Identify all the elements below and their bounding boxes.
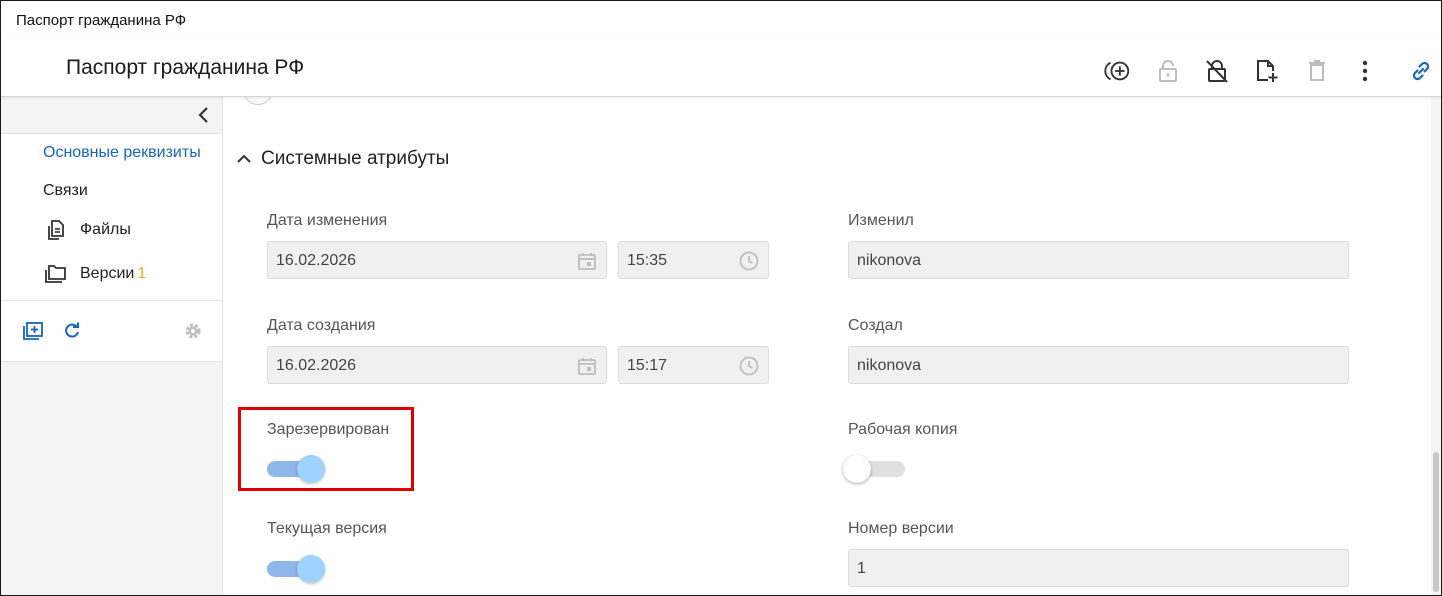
file-icon	[48, 220, 64, 240]
modified-date-value: 16.02.2026	[276, 252, 357, 269]
lock-button[interactable]	[1154, 57, 1182, 85]
add-circle-icon	[1104, 61, 1130, 81]
working-copy-label: Рабочая копия	[848, 421, 958, 438]
content-scrollbar[interactable]	[1431, 97, 1441, 595]
created-by-value: nikonova	[857, 357, 922, 374]
new-document-button[interactable]	[1253, 57, 1281, 85]
version-number-value: 1	[857, 560, 866, 577]
modified-date-label: Дата изменения	[267, 212, 388, 229]
current-version-label: Текущая версия	[267, 520, 387, 537]
sidebar-item-main-attributes[interactable]: Основные реквизиты	[43, 144, 201, 162]
reserved-toggle-knob	[297, 455, 325, 483]
folder-icon	[45, 265, 66, 283]
lock-icon	[1159, 60, 1177, 82]
calendar-icon	[578, 358, 596, 375]
sidebar-nav: Основные реквизиты Связи Файлы Версии 1	[1, 134, 222, 301]
lock-off-icon	[1206, 60, 1228, 83]
reserved-label: Зарезервирован	[267, 421, 390, 438]
document-header: Паспорт гражданина РФ	[1, 39, 1441, 97]
modified-time-field[interactable]: 15:35	[618, 241, 769, 279]
modified-by-label: Изменил	[848, 212, 914, 229]
modified-by-field[interactable]: nikonova	[848, 241, 1349, 279]
clock-icon	[739, 251, 759, 271]
add-circle-button[interactable]	[1104, 57, 1132, 85]
modified-by-value: nikonova	[857, 252, 922, 269]
sidebar: Основные реквизиты Связи Файлы Версии 1	[1, 97, 223, 595]
created-time-value: 15:17	[627, 357, 668, 374]
section-system-attributes-header[interactable]: Системные атрибуты	[235, 145, 449, 173]
sidebar-collapse-button[interactable]	[194, 105, 214, 125]
created-by-label: Создал	[848, 317, 903, 334]
chevron-up-icon	[237, 154, 251, 163]
more-vertical-icon	[1362, 60, 1368, 82]
refresh-icon[interactable]	[60, 319, 84, 343]
sidebar-item-versions-label: Версии	[80, 265, 135, 282]
sidebar-top-bar	[1, 97, 222, 134]
main-content: Системные атрибуты Дата изменения 16.02.…	[223, 75, 1441, 595]
link-icon	[1412, 61, 1430, 81]
working-copy-toggle[interactable]	[843, 455, 907, 483]
sidebar-item-versions[interactable]: Версии 1	[80, 265, 146, 283]
version-number-label: Номер версии	[848, 520, 954, 537]
delete-icon	[1309, 60, 1325, 81]
calendar-icon	[578, 253, 596, 270]
chevron-left-icon	[198, 107, 208, 123]
delete-button[interactable]	[1303, 57, 1331, 85]
created-date-label: Дата создания	[267, 317, 376, 334]
modified-date-field[interactable]: 16.02.2026	[267, 241, 607, 279]
app-window: Паспорт гражданина РФ Паспорт гражданина…	[0, 0, 1442, 596]
new-document-icon	[1257, 60, 1278, 82]
unlock-button[interactable]	[1203, 57, 1231, 85]
modified-time-value: 15:35	[627, 252, 668, 269]
sidebar-item-links[interactable]: Связи	[43, 182, 88, 200]
clock-icon	[739, 356, 759, 376]
created-time-field[interactable]: 15:17	[618, 346, 769, 384]
scrollbar-thumb[interactable]	[1433, 452, 1439, 592]
created-date-value: 16.02.2026	[276, 357, 357, 374]
page-title: Паспорт гражданина РФ	[66, 56, 305, 79]
reserved-toggle[interactable]	[267, 455, 327, 483]
link-button[interactable]	[1407, 57, 1435, 85]
more-menu-button[interactable]	[1351, 57, 1379, 85]
current-version-toggle[interactable]	[267, 555, 327, 583]
sidebar-item-files[interactable]: Файлы	[80, 221, 131, 239]
window-title: Паспорт гражданина РФ	[16, 12, 187, 29]
gear-icon[interactable]	[181, 319, 205, 343]
add-folder-icon[interactable]	[21, 319, 45, 343]
created-date-field[interactable]: 16.02.2026	[267, 346, 607, 384]
sidebar-tools	[1, 301, 222, 362]
created-by-field[interactable]: nikonova	[848, 346, 1349, 384]
versions-count-badge: 1	[137, 265, 147, 282]
section-title: Системные атрибуты	[261, 148, 450, 169]
version-number-field[interactable]: 1	[848, 549, 1349, 587]
current-version-toggle-knob	[297, 555, 325, 583]
working-copy-toggle-knob	[843, 455, 871, 483]
